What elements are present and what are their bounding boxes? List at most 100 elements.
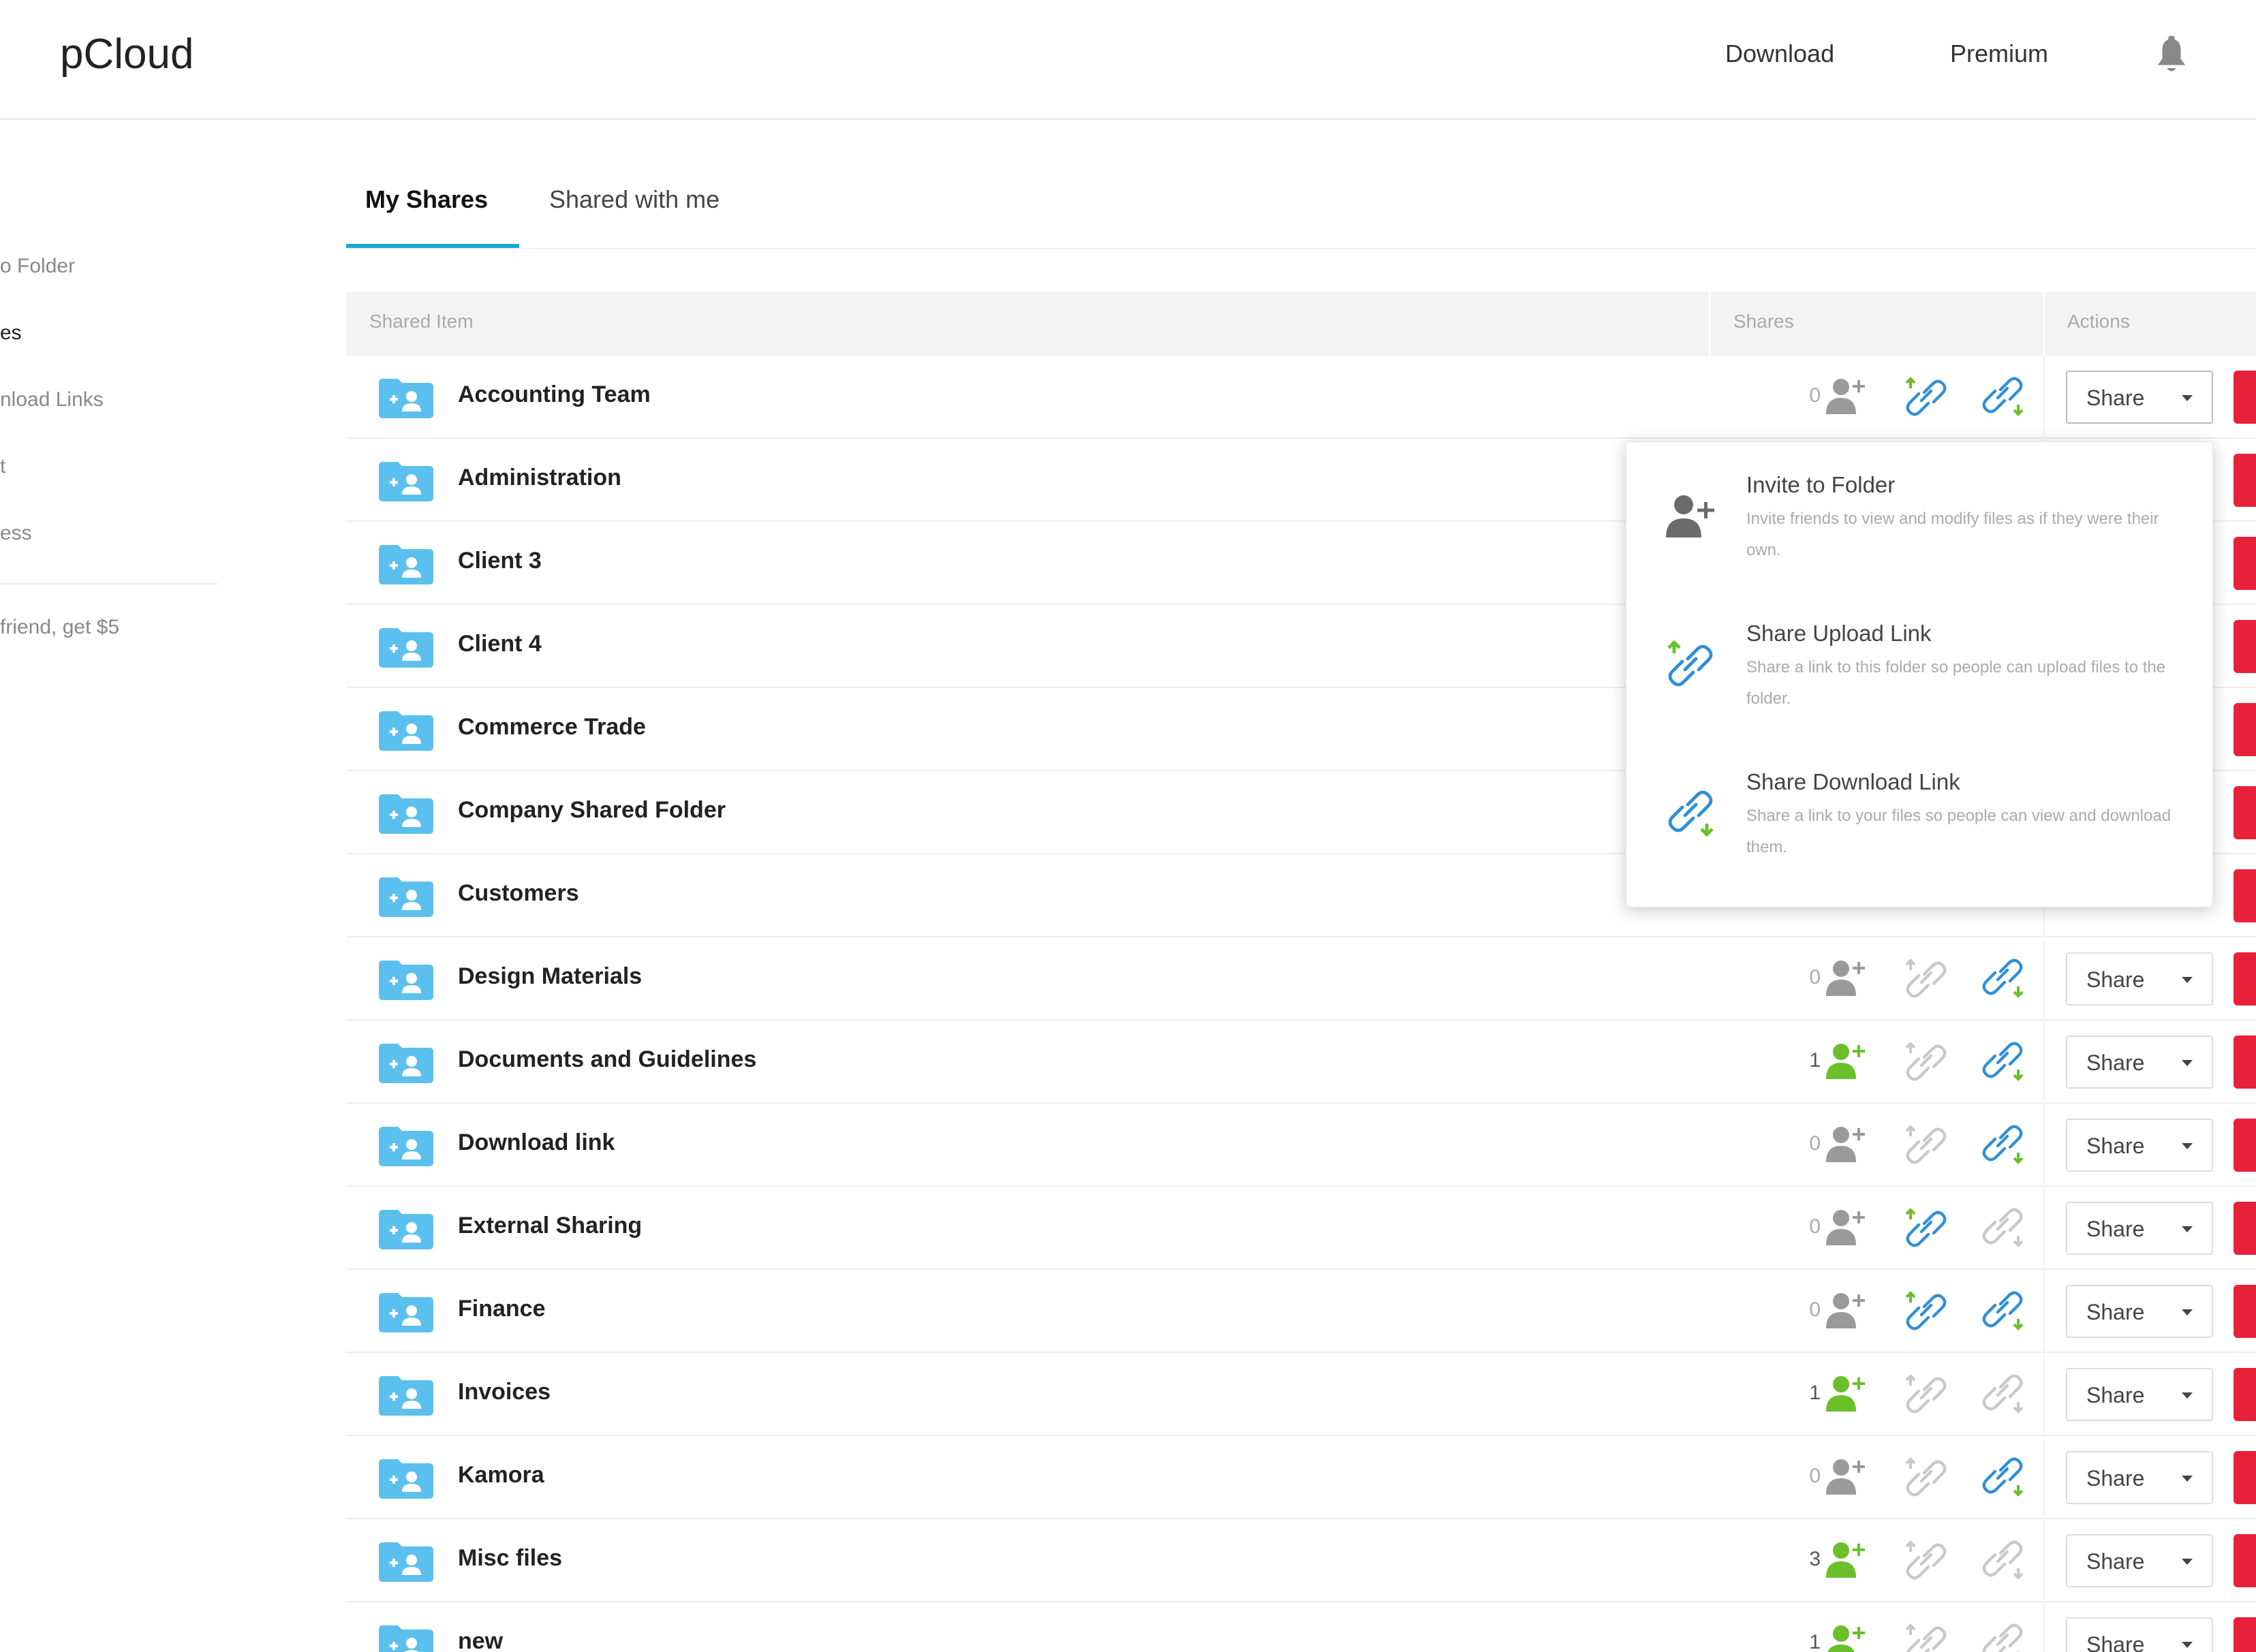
table-row[interactable]: Misc files 3 Share: [346, 1519, 2256, 1602]
shared-users-icon[interactable]: [1823, 1623, 1867, 1652]
upload-link-icon[interactable]: [1902, 1623, 1950, 1652]
stop-sharing-button[interactable]: [2234, 1451, 2256, 1504]
download-link-icon[interactable]: [1979, 1623, 2026, 1652]
table-row[interactable]: new 1 Share: [346, 1602, 2256, 1652]
shared-item-name[interactable]: Documents and Guidelines: [458, 1046, 756, 1073]
share-dropdown-button[interactable]: Share: [2066, 1202, 2213, 1255]
stop-sharing-button[interactable]: [2234, 1035, 2256, 1089]
shared-item-name[interactable]: Accounting Team: [458, 381, 651, 408]
table-row[interactable]: Design Materials 0 Share: [346, 937, 2256, 1020]
download-link-icon[interactable]: [1979, 1207, 2026, 1249]
upload-link-icon[interactable]: [1902, 1124, 1950, 1166]
table-row[interactable]: Accounting Team 0 Share: [346, 356, 2256, 439]
tab-my-shares[interactable]: My Shares: [365, 185, 488, 214]
sidebar-item-invite-friend[interactable]: friend, get $5: [0, 616, 119, 639]
table-row[interactable]: Invoices 1 Share: [346, 1353, 2256, 1436]
upload-link-icon[interactable]: [1902, 958, 1950, 1000]
sidebar-item-shares[interactable]: es: [0, 322, 22, 345]
shared-item-name[interactable]: Finance: [458, 1296, 545, 1322]
shared-item-name[interactable]: Commerce Trade: [458, 714, 646, 741]
stop-sharing-button[interactable]: [2234, 1617, 2256, 1652]
shared-users-icon[interactable]: [1823, 1041, 1867, 1082]
sidebar-item-download-links[interactable]: nload Links: [0, 388, 104, 411]
table-row[interactable]: Finance 0 Share: [346, 1270, 2256, 1353]
menu-item-share-upload-link[interactable]: Share Upload Link Share a link to this f…: [1626, 610, 2214, 760]
table-row[interactable]: External Sharing 0 Share: [346, 1187, 2256, 1270]
stop-sharing-button[interactable]: [2234, 703, 2256, 756]
download-link-icon[interactable]: [1979, 1373, 2026, 1416]
download-link-icon[interactable]: [1979, 1540, 2026, 1582]
stop-sharing-button[interactable]: [2234, 371, 2256, 424]
share-dropdown-button[interactable]: Share: [2066, 1534, 2213, 1587]
share-dropdown-button[interactable]: Share: [2066, 1451, 2213, 1504]
sidebar-item-invite-folder[interactable]: o Folder: [0, 255, 75, 278]
upload-link-icon[interactable]: [1902, 1456, 1950, 1499]
shared-item-name[interactable]: Download link: [458, 1129, 615, 1156]
table-header: Shared Item Shares Actions: [346, 292, 2256, 356]
upload-link-icon[interactable]: [1902, 1373, 1950, 1416]
share-dropdown-button[interactable]: Share: [2066, 371, 2213, 424]
upload-link-icon[interactable]: [1902, 1041, 1950, 1083]
stop-sharing-button[interactable]: [2234, 537, 2256, 590]
stop-sharing-button[interactable]: [2234, 454, 2256, 507]
stop-sharing-button[interactable]: [2234, 1368, 2256, 1421]
download-link-icon[interactable]: [1979, 1456, 2026, 1499]
shared-item-name[interactable]: Administration: [458, 465, 621, 491]
menu-item-share-download-link[interactable]: Share Download Link Share a link to your…: [1626, 758, 2214, 908]
share-dropdown-button[interactable]: Share: [2066, 1119, 2213, 1172]
upload-link-icon[interactable]: [1902, 1290, 1950, 1332]
share-dropdown-button[interactable]: Share: [2066, 952, 2213, 1006]
upload-link-icon[interactable]: [1902, 1540, 1950, 1582]
share-dropdown-button[interactable]: Share: [2066, 1035, 2213, 1089]
column-header-shares[interactable]: Shares: [1733, 311, 1794, 332]
shared-users-icon[interactable]: [1823, 1290, 1867, 1331]
share-dropdown-button[interactable]: Share: [2066, 1617, 2213, 1652]
stop-sharing-button[interactable]: [2234, 1202, 2256, 1255]
stop-sharing-button[interactable]: [2234, 952, 2256, 1006]
tab-shared-with-me[interactable]: Shared with me: [549, 185, 720, 214]
table-row[interactable]: Documents and Guidelines 1 Share: [346, 1020, 2256, 1104]
stop-sharing-button[interactable]: [2234, 869, 2256, 922]
nav-premium-link[interactable]: Premium: [1950, 40, 2048, 68]
shared-item-name[interactable]: Design Materials: [458, 963, 642, 990]
nav-download-link[interactable]: Download: [1725, 40, 1834, 68]
download-link-icon[interactable]: [1979, 376, 2026, 418]
shared-users-icon[interactable]: [1823, 1456, 1867, 1497]
stop-sharing-button[interactable]: [2234, 1285, 2256, 1338]
shared-item-name[interactable]: Invoices: [458, 1379, 551, 1405]
shared-item-name[interactable]: new: [458, 1628, 503, 1652]
bell-icon[interactable]: [2153, 35, 2190, 76]
upload-link-icon[interactable]: [1902, 1207, 1950, 1249]
share-dropdown-button[interactable]: Share: [2066, 1285, 2213, 1338]
shared-item-name[interactable]: Company Shared Folder: [458, 797, 726, 824]
shared-item-name[interactable]: Client 3: [458, 548, 542, 574]
stop-sharing-button[interactable]: [2234, 1119, 2256, 1172]
shared-item-name[interactable]: External Sharing: [458, 1213, 642, 1239]
shared-item-name[interactable]: Client 4: [458, 631, 542, 657]
shared-item-name[interactable]: Customers: [458, 880, 579, 907]
pcloud-logo[interactable]: pCloud: [60, 30, 194, 78]
download-link-icon[interactable]: [1979, 1290, 2026, 1332]
shared-users-icon[interactable]: [1823, 1207, 1867, 1248]
sidebar-item-3[interactable]: t: [0, 455, 5, 478]
table-row[interactable]: Download link 0 Share: [346, 1104, 2256, 1187]
menu-item-invite-to-folder[interactable]: Invite to Folder Invite friends to view …: [1626, 461, 2214, 611]
column-header-item[interactable]: Shared Item: [369, 311, 474, 332]
stop-sharing-button[interactable]: [2234, 620, 2256, 673]
shared-item-name[interactable]: Misc files: [458, 1545, 562, 1572]
shared-item-name[interactable]: Kamora: [458, 1462, 544, 1489]
shared-users-icon[interactable]: [1823, 1540, 1867, 1580]
shared-users-icon[interactable]: [1823, 958, 1867, 999]
shared-users-icon[interactable]: [1823, 1373, 1867, 1414]
download-link-icon[interactable]: [1979, 1041, 2026, 1083]
share-dropdown-button[interactable]: Share: [2066, 1368, 2213, 1421]
stop-sharing-button[interactable]: [2234, 786, 2256, 839]
shared-users-icon[interactable]: [1823, 376, 1867, 417]
stop-sharing-button[interactable]: [2234, 1534, 2256, 1587]
table-row[interactable]: Kamora 0 Share: [346, 1436, 2256, 1519]
download-link-icon[interactable]: [1979, 1124, 2026, 1166]
sidebar-item-access[interactable]: ess: [0, 522, 32, 545]
download-link-icon[interactable]: [1979, 958, 2026, 1000]
shared-users-icon[interactable]: [1823, 1124, 1867, 1165]
upload-link-icon[interactable]: [1902, 376, 1950, 418]
